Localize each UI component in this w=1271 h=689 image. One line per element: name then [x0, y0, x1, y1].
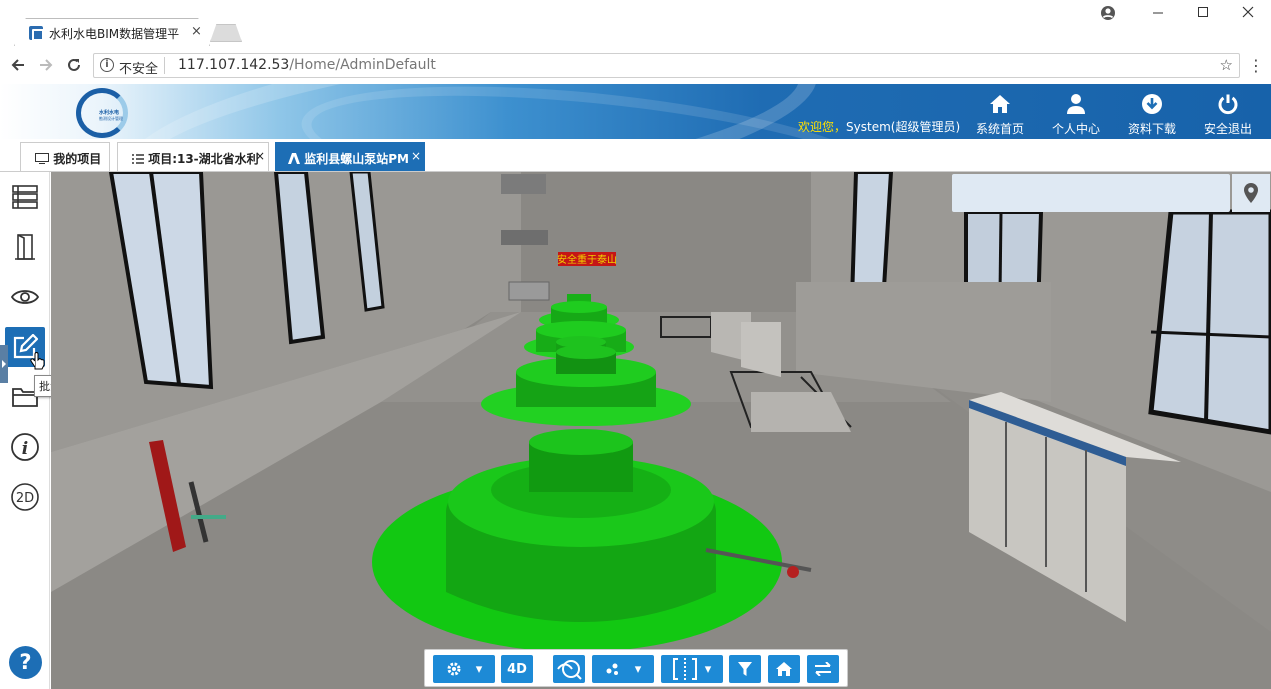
- hand-cursor-icon: [30, 348, 46, 374]
- maximize-icon[interactable]: [1193, 5, 1213, 23]
- sidebar-collapse-handle[interactable]: [0, 345, 8, 383]
- nav-label: 资料下载: [1127, 122, 1176, 136]
- model-icon: [288, 153, 300, 164]
- tab-label: 监利县螺山泵站PM: [304, 152, 409, 166]
- close-window-icon[interactable]: [1238, 5, 1258, 23]
- nav-label: 个人中心: [1051, 122, 1100, 136]
- tab-model[interactable]: 监利县螺山泵站PM ×: [275, 142, 425, 171]
- points-dropdown-button[interactable]: ▾: [592, 655, 654, 683]
- nav-label: 系统首页: [975, 122, 1024, 136]
- tab-my-projects[interactable]: 我的项目: [20, 142, 110, 171]
- reload-icon[interactable]: [64, 56, 84, 78]
- info-icon[interactable]: i: [100, 58, 114, 72]
- nav-profile[interactable]: 个人中心: [1040, 92, 1112, 137]
- browser-tab-title: 水利水电BIM数据管理平: [49, 27, 180, 41]
- layers-icon[interactable]: [5, 177, 45, 217]
- app-logo: 水利水电 勘测设计管理: [76, 88, 128, 138]
- welcome-text: 欢迎您，System(超级管理员): [798, 118, 960, 135]
- welcome-prefix: 欢迎您，: [798, 120, 847, 134]
- chevron-down-icon: ▾: [475, 661, 483, 677]
- 2d-label: 2D: [16, 491, 34, 506]
- bookmark-star-icon[interactable]: ☆: [1220, 56, 1233, 74]
- search-input[interactable]: [952, 174, 1230, 212]
- power-icon: [1192, 92, 1264, 116]
- url-host: 117.107.142.53: [178, 57, 290, 73]
- section-dropdown-button[interactable]: ▾: [661, 655, 723, 683]
- project-tab-bar: 我的项目 项目:13-湖北省水利 × 监利县螺山泵站PM ×: [0, 139, 1271, 172]
- favicon-icon: [29, 26, 44, 41]
- pump-station-scene: 安全重于泰山: [51, 172, 1271, 689]
- url-field[interactable]: i 不安全 117.107.142.53/Home/AdminDefault ☆: [93, 53, 1240, 78]
- walk-icon[interactable]: [553, 655, 585, 683]
- logo-text: 勘测设计管理: [99, 116, 123, 121]
- tab-label: 项目:13-湖北省水利: [148, 152, 259, 166]
- welcome-user: System(超级管理员): [846, 120, 961, 134]
- nav-label: 安全退出: [1203, 122, 1252, 136]
- tab-close-icon[interactable]: ×: [191, 24, 202, 39]
- eye-icon[interactable]: [5, 277, 45, 317]
- nav-download[interactable]: 资料下载: [1116, 92, 1188, 137]
- help-button[interactable]: ?: [9, 646, 42, 679]
- url-path: /Home/AdminDefault: [289, 57, 436, 73]
- browser-chrome: 水利水电BIM数据管理平 × i 不安全 117.107.142.53/Home…: [0, 0, 1271, 84]
- browser-tabstrip: 水利水电BIM数据管理平 ×: [0, 0, 1271, 46]
- tab-project-13[interactable]: 项目:13-湖北省水利 ×: [117, 142, 269, 171]
- bim-3d-viewport[interactable]: 安全重于泰山: [51, 172, 1271, 689]
- nav-logout[interactable]: 安全退出: [1192, 92, 1264, 137]
- list-icon: [132, 154, 144, 164]
- forward-icon[interactable]: [36, 56, 56, 78]
- wall-sign-text: 安全重于泰山: [557, 253, 617, 266]
- app-header: 水利水电 勘测设计管理 欢迎您，System(超级管理员) 系统首页 个人中心 …: [0, 84, 1271, 139]
- user-icon: [1040, 92, 1112, 116]
- svg-text:i: i: [22, 439, 28, 459]
- url-text: 117.107.142.53/Home/AdminDefault: [178, 57, 436, 73]
- insecure-label: 不安全: [119, 62, 159, 77]
- settings-dropdown-button[interactable]: ▾: [433, 655, 495, 683]
- filter-icon[interactable]: [729, 655, 761, 683]
- tab-close-icon[interactable]: ×: [411, 149, 421, 163]
- home-view-icon[interactable]: [768, 655, 800, 683]
- settings-icon: [447, 662, 461, 676]
- tab-close-icon[interactable]: ×: [255, 149, 265, 163]
- swap-icon[interactable]: [807, 655, 839, 683]
- new-tab-button[interactable]: [210, 24, 242, 42]
- info-icon[interactable]: i: [5, 427, 45, 467]
- back-icon[interactable]: [8, 56, 28, 78]
- home-icon: [964, 92, 1036, 116]
- tab-label: 我的项目: [53, 152, 102, 166]
- chevron-down-icon: ▾: [634, 661, 642, 677]
- url-separator: [164, 57, 165, 74]
- nav-home[interactable]: 系统首页: [964, 92, 1036, 137]
- minimize-icon[interactable]: [1148, 5, 1168, 23]
- monitor-icon: [35, 153, 49, 164]
- bottom-toolbar: ▾ 4D ▾ ▾: [424, 649, 848, 687]
- 2d-icon[interactable]: 2D: [5, 477, 45, 517]
- section-icon: [672, 658, 697, 680]
- 4d-button[interactable]: 4D: [501, 655, 533, 683]
- left-toolbar: i 2D: [0, 172, 50, 689]
- browser-menu-icon[interactable]: ⋮: [1248, 56, 1264, 75]
- download-icon: [1116, 92, 1188, 116]
- profile-icon[interactable]: [1098, 5, 1118, 25]
- browser-tab[interactable]: 水利水电BIM数据管理平 ×: [14, 18, 210, 46]
- chevron-down-icon: ▾: [704, 661, 712, 677]
- points-icon: [606, 663, 618, 675]
- location-pin-icon[interactable]: [1232, 174, 1270, 212]
- door-icon[interactable]: [5, 227, 45, 267]
- logo-text: 水利水电: [99, 110, 120, 116]
